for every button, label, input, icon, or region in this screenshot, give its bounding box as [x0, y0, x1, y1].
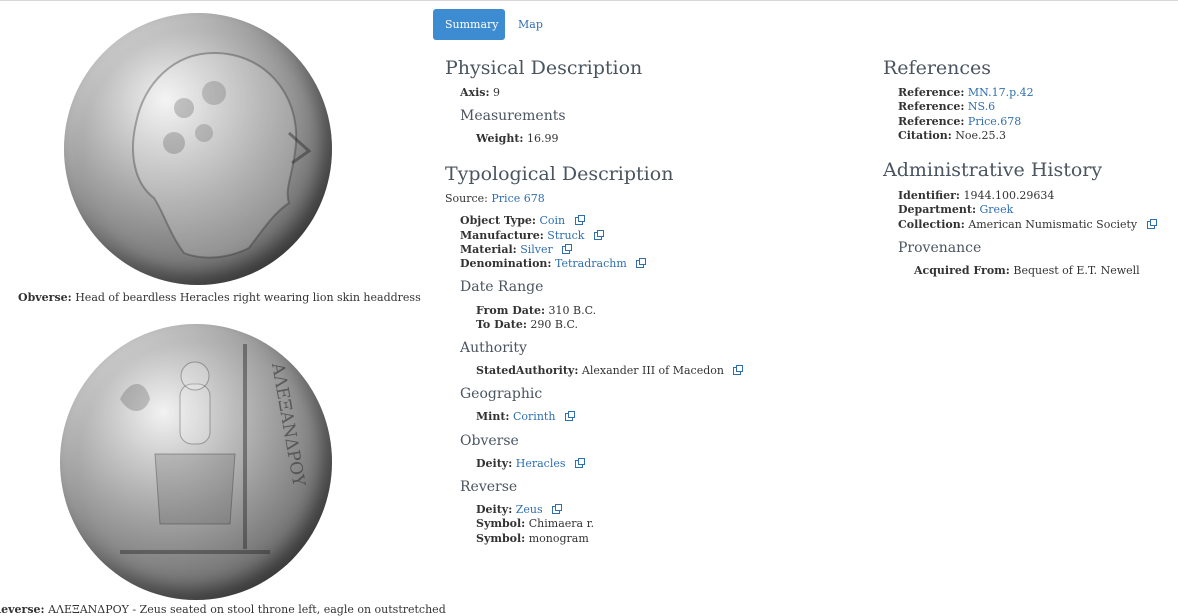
acquired-from-row: Acquired From: Bequest of E.T. Newell — [914, 264, 1140, 277]
identifier-row: Identifier: 1944.100.29634 — [898, 189, 1055, 202]
geographic-heading: Geographic — [460, 386, 543, 402]
external-link-icon[interactable] — [636, 258, 647, 268]
department-link[interactable]: Greek — [980, 203, 1014, 216]
reference-link[interactable]: MN.17.p.42 — [968, 86, 1034, 99]
measurements-heading: Measurements — [460, 108, 566, 124]
source-row: Source: Price 678 — [445, 192, 545, 205]
reverse-deity-link[interactable]: Zeus — [516, 503, 543, 516]
external-link-icon[interactable] — [552, 504, 563, 514]
symbol-row: Symbol: monogram — [476, 532, 589, 545]
obverse-heading: Obverse — [460, 433, 519, 449]
manufacture-row: Manufacture: Struck — [460, 229, 604, 243]
denomination-row: Denomination: Tetradrachm — [460, 257, 647, 271]
reference-link[interactable]: NS.6 — [968, 100, 995, 113]
obverse-deity-link[interactable]: Heracles — [516, 457, 566, 470]
tab-summary[interactable]: Summary — [433, 9, 505, 40]
external-link-icon[interactable] — [593, 230, 604, 240]
material-row: Material: Silver — [460, 243, 573, 257]
physical-description-heading: Physical Description — [445, 57, 643, 79]
material-link[interactable]: Silver — [520, 243, 553, 256]
source-link[interactable]: Price 678 — [491, 192, 544, 205]
denomination-link[interactable]: Tetradrachm — [555, 257, 627, 270]
svg-text:ΑΛΕΞΑΝΔΡΟΥ: ΑΛΕΞΑΝΔΡΟΥ — [267, 360, 309, 488]
mint-link[interactable]: Corinth — [513, 410, 555, 423]
external-link-icon[interactable] — [575, 458, 586, 468]
reverse-heading: Reverse — [460, 479, 518, 495]
external-link-icon[interactable] — [564, 411, 575, 421]
provenance-heading: Provenance — [898, 240, 982, 256]
obverse-coin-image — [64, 13, 332, 285]
collection-row: Collection: American Numismatic Society — [898, 218, 1157, 232]
external-link-icon[interactable] — [574, 215, 585, 225]
department-row: Department: Greek — [898, 203, 1014, 216]
reverse-deity-row: Deity: Zeus — [476, 503, 563, 517]
typological-description-heading: Typological Description — [445, 163, 674, 185]
obverse-deity-row: Deity: Heracles — [476, 457, 586, 471]
manufacture-link[interactable]: Struck — [547, 229, 584, 242]
reference-row: Reference: MN.17.p.42 — [898, 86, 1034, 99]
authority-heading: Authority — [460, 340, 527, 356]
external-link-icon[interactable] — [562, 244, 573, 254]
obverse-caption: Obverse: Head of beardless Heracles righ… — [18, 291, 421, 304]
reference-link[interactable]: Price.678 — [968, 115, 1021, 128]
axis-row: Axis: 9 — [460, 86, 501, 99]
to-date-row: To Date: 290 B.C. — [476, 318, 578, 331]
weight-row: Weight: 16.99 — [476, 132, 559, 145]
symbol-row: Symbol: Chimaera r. — [476, 517, 595, 530]
object-type-row: Object Type: Coin — [460, 214, 585, 228]
mint-row: Mint: Corinth — [476, 410, 575, 424]
reference-row: Reference: Price.678 — [898, 115, 1022, 128]
stated-authority-row: StatedAuthority: Alexander III of Macedo… — [476, 364, 744, 378]
object-type-link[interactable]: Coin — [539, 214, 565, 227]
citation-row: Citation: Noe.25.3 — [898, 129, 1007, 142]
date-range-heading: Date Range — [460, 279, 544, 295]
reverse-caption: Reverse: ΑΛΕΞΑΝΔΡΟΥ - Zeus seated on sto… — [0, 603, 446, 616]
tab-map[interactable]: Map — [506, 9, 555, 40]
from-date-row: From Date: 310 B.C. — [476, 304, 597, 317]
external-link-icon[interactable] — [733, 365, 744, 375]
references-heading: References — [883, 57, 992, 79]
reference-row: Reference: NS.6 — [898, 100, 996, 113]
external-link-icon[interactable] — [1146, 219, 1157, 229]
administrative-history-heading: Administrative History — [883, 159, 1103, 181]
reverse-coin-image: ΑΛΕΞΑΝΔΡΟΥ — [60, 324, 332, 600]
